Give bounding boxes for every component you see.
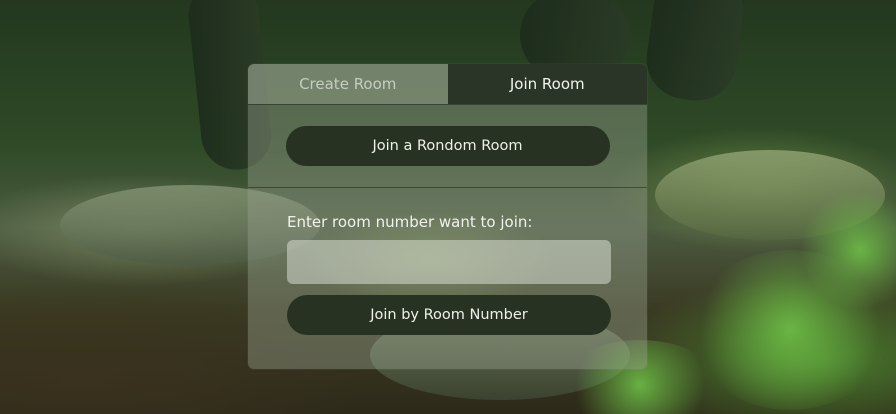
join-random-room-button[interactable]: Join a Rondom Room xyxy=(285,126,610,166)
random-room-section: Join a Rondom Room xyxy=(248,105,647,188)
join-by-number-section: Enter room number want to join: Join by … xyxy=(248,188,647,335)
room-tabs: Create Room Join Room xyxy=(248,64,647,105)
room-panel: Create Room Join Room Join a Rondom Room… xyxy=(248,64,647,369)
tree-trunk-decoration xyxy=(641,0,749,106)
room-number-input[interactable] xyxy=(287,240,611,284)
tab-join-room[interactable]: Join Room xyxy=(447,64,647,104)
tab-create-room[interactable]: Create Room xyxy=(248,64,448,104)
forest-background: Create Room Join Room Join a Rondom Room… xyxy=(0,0,896,414)
room-number-label: Enter room number want to join: xyxy=(287,213,533,231)
join-by-room-number-button[interactable]: Join by Room Number xyxy=(287,295,611,335)
